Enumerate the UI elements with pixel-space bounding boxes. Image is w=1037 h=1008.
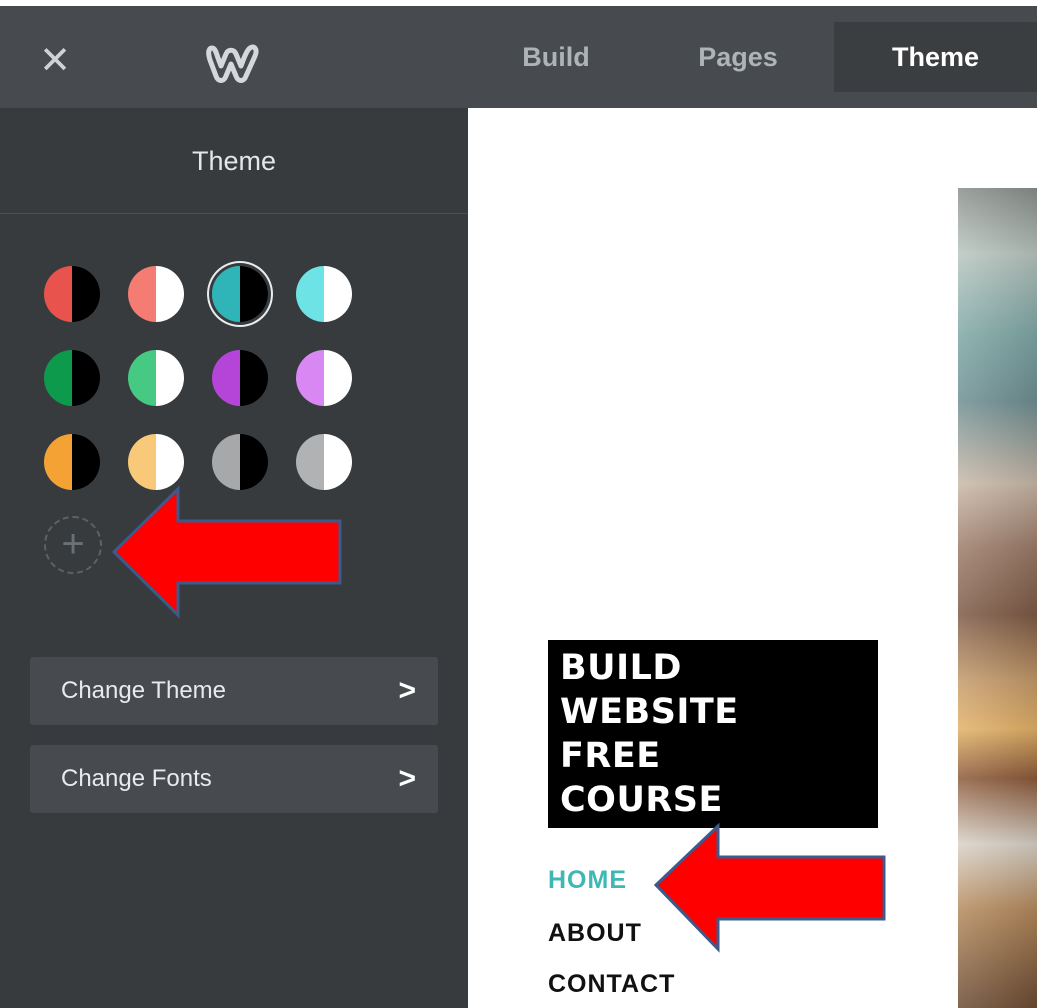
swatch-left-half: [212, 434, 240, 490]
close-icon[interactable]: ✕: [38, 42, 72, 80]
nav-link-about[interactable]: ABOUT: [548, 919, 642, 948]
color-swatch-green-dark[interactable]: [44, 350, 100, 406]
color-swatch-purple-dark[interactable]: [212, 350, 268, 406]
swatch-left-half: [44, 350, 72, 406]
swatch-left-half: [212, 350, 240, 406]
swatch-right-half: [324, 434, 352, 490]
chevron-right-icon: >: [398, 762, 416, 795]
site-title-line: BUILD: [560, 648, 682, 688]
add-color-swatch-button[interactable]: +: [44, 516, 102, 574]
swatch-right-half: [72, 434, 100, 490]
site-title-line: WEBSITE: [560, 692, 739, 732]
swatch-left-half: [296, 350, 324, 406]
nav-link-home[interactable]: HOME: [548, 866, 627, 895]
color-swatch-teal-dark[interactable]: [212, 266, 268, 322]
red-arrow-icon: [653, 823, 886, 953]
change-theme-label: Change Theme: [61, 677, 226, 704]
swatch-right-half: [156, 266, 184, 322]
site-title-line: FREE: [560, 736, 661, 776]
chevron-right-icon: >: [398, 674, 416, 707]
swatch-right-half: [72, 350, 100, 406]
color-swatch-red-dark[interactable]: [44, 266, 100, 322]
swatch-right-half: [240, 350, 268, 406]
swatch-left-half: [296, 266, 324, 322]
change-fonts-label: Change Fonts: [61, 765, 212, 792]
swatch-left-half: [212, 266, 240, 322]
color-swatch-orange-dark[interactable]: [44, 434, 100, 490]
swatch-left-half: [128, 350, 156, 406]
swatch-left-half: [128, 434, 156, 490]
swatch-right-half: [240, 434, 268, 490]
swatch-right-half: [72, 266, 100, 322]
hero-image: [958, 188, 1037, 1008]
color-swatch-salmon-light[interactable]: [128, 266, 184, 322]
tab-pages[interactable]: Pages: [680, 22, 796, 92]
color-swatch-aqua-light[interactable]: [296, 266, 352, 322]
swatch-right-half: [240, 266, 268, 322]
tab-theme[interactable]: Theme: [834, 22, 1037, 92]
tab-build[interactable]: Build: [506, 22, 606, 92]
swatch-left-half: [296, 434, 324, 490]
swatch-right-half: [156, 434, 184, 490]
change-theme-button[interactable]: Change Theme >: [30, 657, 438, 725]
swatch-right-half: [156, 350, 184, 406]
change-fonts-button[interactable]: Change Fonts >: [30, 745, 438, 813]
weebly-logo-icon[interactable]: [206, 36, 262, 86]
color-swatch-gray-dark[interactable]: [212, 434, 268, 490]
swatch-right-half: [324, 350, 352, 406]
swatch-left-half: [44, 434, 72, 490]
top-bar: ✕ Build Pages Theme: [0, 0, 1037, 108]
sidebar-title: Theme: [0, 108, 468, 214]
site-title-line: COURSE: [560, 780, 723, 820]
color-swatch-mint-light[interactable]: [128, 350, 184, 406]
swatch-left-half: [128, 266, 156, 322]
color-swatch-gray-light[interactable]: [296, 434, 352, 490]
color-swatch-lilac-light[interactable]: [296, 350, 352, 406]
nav-link-contact[interactable]: CONTACT: [548, 970, 675, 999]
site-title[interactable]: BUILD WEBSITE FREE COURSE: [548, 640, 878, 828]
red-arrow-icon: [111, 485, 342, 619]
swatch-right-half: [324, 266, 352, 322]
color-swatch-peach-light[interactable]: [128, 434, 184, 490]
swatch-left-half: [44, 266, 72, 322]
